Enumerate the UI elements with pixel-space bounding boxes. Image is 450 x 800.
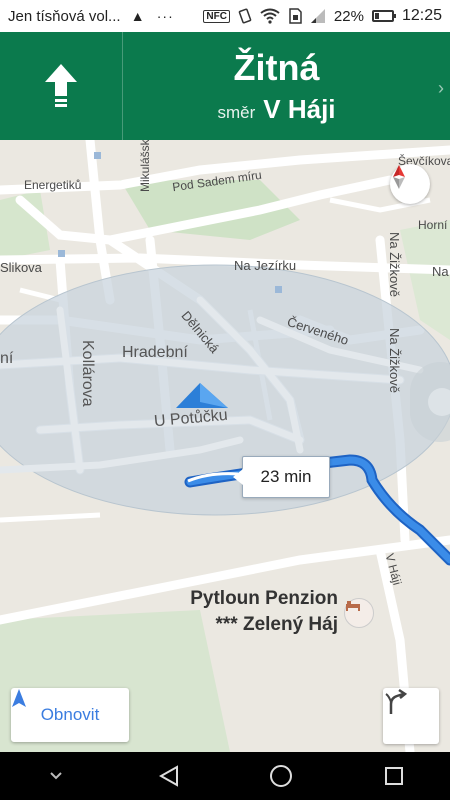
poi-line-2: *** Zelený Háj <box>215 614 339 635</box>
maneuver-panel[interactable] <box>0 32 123 140</box>
notification-text: Jen tísňová vol... <box>8 7 121 25</box>
label-kollarova: Kollárova <box>79 340 96 407</box>
battery-fill <box>374 13 379 19</box>
home-button[interactable] <box>251 752 311 800</box>
map-canvas[interactable] <box>0 140 450 752</box>
poi-line-1: Pytloun Penzion <box>190 588 338 609</box>
label-horni: Horní <box>418 218 448 232</box>
next-street-name: Žitná <box>233 46 320 88</box>
vibrate-icon <box>238 8 252 24</box>
compass-button[interactable] <box>390 164 430 204</box>
nfc-icon: NFC <box>203 9 230 23</box>
signal-icon <box>310 9 325 23</box>
alternate-routes-icon <box>385 688 408 714</box>
recenter-label: Obnovit <box>40 705 100 724</box>
recenter-button[interactable]: Obnovit <box>11 688 129 742</box>
label-na-jezirku: Na Jezírku <box>234 258 297 273</box>
navigation-arrow-icon <box>12 689 26 707</box>
home-circle-icon <box>270 765 293 787</box>
hotel-bed-icon[interactable] <box>344 598 374 628</box>
alternate-routes-button[interactable] <box>383 688 439 744</box>
eta-badge[interactable]: 23 min <box>233 456 330 498</box>
label-mikulasska: Mikulášská <box>138 140 152 192</box>
label-ni: ní <box>0 350 14 367</box>
label-na-zizkove-1: Na Žižkově <box>387 232 402 298</box>
battery-icon <box>371 10 396 22</box>
label-na-zizkove-2: Na Žižkově <box>387 328 402 394</box>
straight-arrow-icon <box>45 64 77 107</box>
system-navigation-bar <box>0 752 450 800</box>
street-panel[interactable]: Žitná směr V Háji <box>123 32 450 140</box>
location-puck-edge <box>410 362 450 442</box>
direction-line: směr V Háji <box>217 94 335 125</box>
back-button[interactable] <box>139 752 199 800</box>
direction-prefix: směr <box>217 102 256 122</box>
navigation-header[interactable]: Žitná směr V Háji › <box>0 32 450 140</box>
label-energetiku: Energetiků <box>24 178 82 192</box>
status-left: Jen tísňová vol... ▲ ··· <box>8 8 203 25</box>
label-slikova: Slikova <box>0 260 42 275</box>
hide-nav-button[interactable] <box>26 752 86 800</box>
chevron-down-icon <box>50 772 62 780</box>
poi-name[interactable]: Pytloun Penzion *** Zelený Háj <box>180 586 338 638</box>
recents-button[interactable] <box>364 752 424 800</box>
map-view[interactable]: Energetiků Mikulášská Pod Sadem míru Šev… <box>0 140 450 752</box>
status-bar: Jen tísňová vol... ▲ ··· NFC 22% 12:25 <box>0 0 450 32</box>
sim-icon <box>289 8 302 24</box>
wifi-icon <box>260 8 280 24</box>
compass-icon <box>393 165 405 189</box>
more-dots-icon: ··· <box>156 7 174 24</box>
label-na: Na <box>432 264 449 279</box>
warning-icon: ▲ <box>130 7 145 24</box>
label-hradebni: Hradební <box>122 344 188 361</box>
chevron-right-icon[interactable]: › <box>438 78 444 99</box>
status-icons: NFC 22% 12:25 <box>203 7 442 25</box>
battery-percent: 22% <box>333 7 364 25</box>
clock: 12:25 <box>401 7 442 24</box>
recents-square-icon <box>384 767 403 785</box>
back-triangle-icon <box>158 765 178 787</box>
direction-target: V Háji <box>263 93 336 124</box>
